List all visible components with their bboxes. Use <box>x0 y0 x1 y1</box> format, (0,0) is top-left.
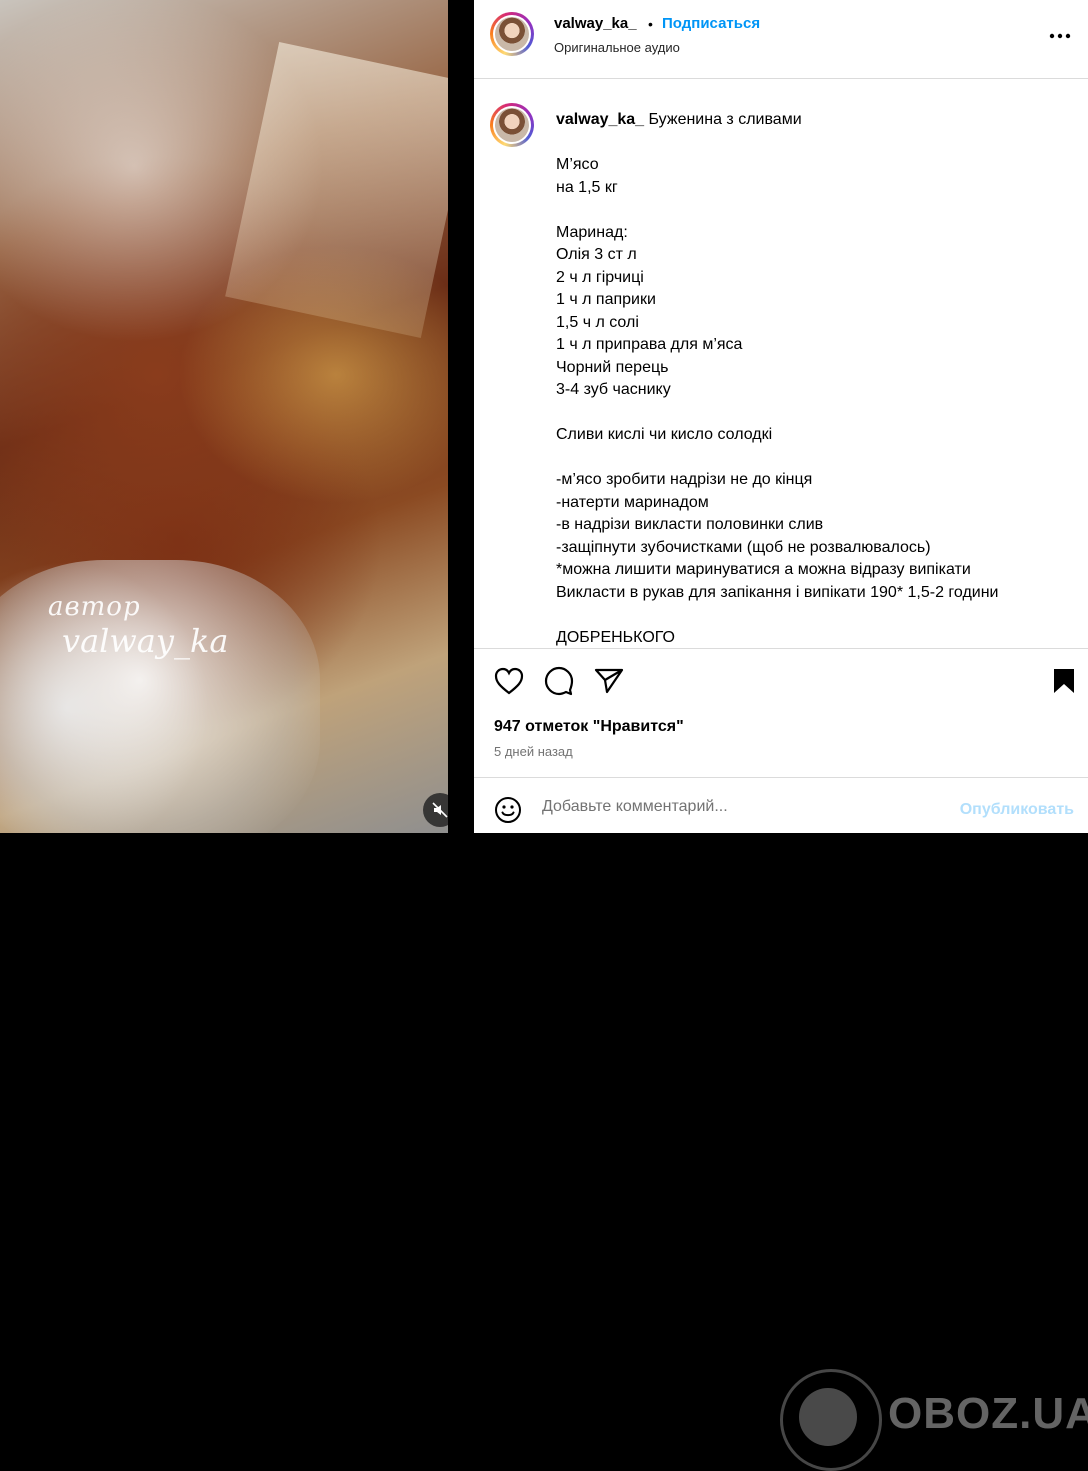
oboz-logo <box>780 1369 882 1471</box>
share-button[interactable] <box>593 665 625 697</box>
media-watermark-author: автор <box>48 592 141 622</box>
comment-bar: Опубликовать <box>474 777 1088 834</box>
post-media[interactable]: автор valway_ka <box>0 0 448 833</box>
media-watermark-name: valway_ka <box>62 622 229 660</box>
heart-icon <box>494 667 524 695</box>
bookmark-icon <box>1054 669 1074 693</box>
baking-paper <box>225 42 448 338</box>
caption-line: 1,5 ч л солі <box>556 313 639 331</box>
caption-line: 1 ч л приправа для м’яса <box>556 336 743 353</box>
header-username[interactable]: valway_ka_ <box>554 15 637 32</box>
caption-line: Маринад: <box>556 223 628 241</box>
oboz-watermark-text: OBOZ.UA <box>888 1389 1088 1438</box>
caption-line: -м’ясо зробити надрізи не до кінця <box>556 471 813 488</box>
caption-line: 1 ч л паприки <box>556 291 656 308</box>
emoji-button[interactable] <box>494 796 522 824</box>
save-button[interactable] <box>1048 665 1080 697</box>
post-timestamp[interactable]: 5 дней назад <box>494 744 573 759</box>
caption-text: М’ясо на 1,5 кг Маринад: Олія 3 ст л 2 ч л г… <box>556 154 1076 647</box>
caption-line: *можна лишити маринуватися а можна відра… <box>556 561 971 578</box>
caption-username[interactable]: valway_ka_ <box>556 111 644 128</box>
caption-avatar[interactable] <box>490 103 534 147</box>
caption-line: 3-4 зуб часнику <box>556 381 671 398</box>
speaker-muted-icon <box>432 802 448 818</box>
caption-line: -защіпнути зубочистками (щоб не розвалюв… <box>556 538 931 556</box>
follow-button[interactable]: Подписаться <box>662 15 760 32</box>
more-options-button[interactable] <box>1048 26 1072 46</box>
likes-count[interactable]: 947 отметок "Нравится" <box>494 718 684 736</box>
comment-input[interactable] <box>542 798 932 816</box>
send-icon <box>594 668 624 694</box>
mute-button[interactable] <box>423 793 448 827</box>
audio-label[interactable]: Оригинальное аудио <box>554 40 680 55</box>
comment-button[interactable] <box>543 665 575 697</box>
comment-icon <box>544 666 574 696</box>
post-header: valway_ka_ • Подписаться Оригинальное ау… <box>474 0 1088 79</box>
publish-button[interactable]: Опубликовать <box>960 801 1074 819</box>
post-panel: valway_ka_ • Подписаться Оригинальное ау… <box>474 0 1088 1471</box>
caption-line: -натерти маринадом <box>556 493 709 511</box>
like-button[interactable] <box>493 665 525 697</box>
caption-line: М’ясо <box>556 156 599 173</box>
caption-title: Буженина з сливами <box>648 111 802 128</box>
emoji-icon <box>495 797 521 823</box>
caption-line: на 1,5 кг <box>556 178 618 196</box>
avatar[interactable] <box>490 12 534 56</box>
separator-dot: • <box>648 16 653 32</box>
post-actions: 947 отметок "Нравится" 5 дней назад OBOZ… <box>474 648 1088 1471</box>
caption-header: valway_ka_ Буженина з сливами <box>556 111 802 129</box>
caption-line: -в надрізи викласти половинки слив <box>556 516 824 533</box>
caption-line: ДОБРЕНЬКОГО <box>556 628 675 646</box>
media-gutter <box>448 0 474 833</box>
caption-line: Викласти в рукав для запікання і випікат… <box>556 583 999 601</box>
caption-line: Чорний перець <box>556 358 669 376</box>
more-options-icon <box>1049 33 1071 39</box>
caption-line: Олія 3 ст л <box>556 246 637 263</box>
caption-scroll-area[interactable]: valway_ka_ Буженина з сливами М’ясо на 1,… <box>474 79 1088 647</box>
caption-line: 2 ч л гірчиці <box>556 268 644 286</box>
caption-line: Сливи кислі чи кисло солодкі <box>556 426 773 443</box>
